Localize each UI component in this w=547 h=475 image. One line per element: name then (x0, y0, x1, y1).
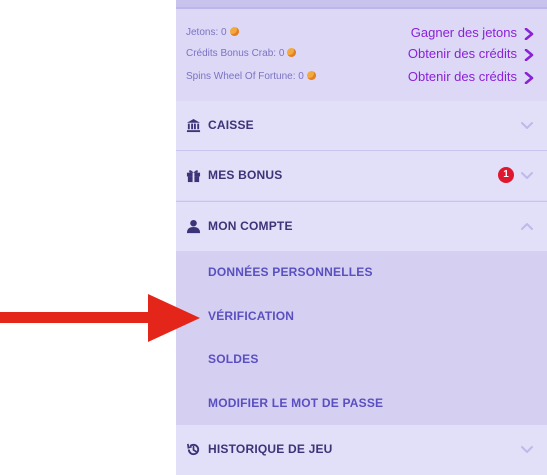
earn-tokens-link[interactable]: Gagner des jetons (411, 25, 517, 40)
chevron-down-icon[interactable] (521, 121, 533, 130)
menu-item-donnees-personnelles[interactable]: DONNÉES PERSONNELLES (208, 265, 373, 279)
bank-icon (186, 118, 201, 133)
coin-icon (229, 27, 239, 36)
menu-item-verification[interactable]: VÉRIFICATION (208, 309, 294, 323)
section-historique[interactable]: HISTORIQUE DE JEU (176, 425, 547, 475)
chevron-right-icon[interactable] (523, 28, 535, 40)
balance-label: Jetons: 0 (186, 27, 239, 38)
menu-item-modifier-mot-de-passe[interactable]: MODIFIER LE MOT DE PASSE (208, 396, 383, 410)
balance-label: Crédits Bonus Crab: 0 (186, 48, 297, 59)
user-icon (186, 219, 201, 234)
top-strip (176, 0, 547, 9)
chevron-up-icon[interactable] (521, 222, 533, 231)
account-submenu: DONNÉES PERSONNELLES VÉRIFICATION SOLDES… (176, 251, 547, 425)
gift-icon (186, 170, 201, 183)
chevron-right-icon[interactable] (523, 72, 535, 84)
balance-row-crab: Crédits Bonus Crab: 0 Obtenir des crédit… (176, 43, 547, 67)
chevron-down-icon[interactable] (521, 445, 533, 454)
annotation-arrow (0, 294, 200, 342)
get-credits-link[interactable]: Obtenir des crédits (408, 46, 517, 61)
section-title: MON COMPTE (208, 219, 293, 233)
chevron-right-icon[interactable] (523, 49, 535, 61)
section-title: CAISSE (208, 118, 254, 132)
coin-icon (287, 48, 297, 57)
section-mes-bonus[interactable]: MES BONUS 1 (176, 151, 547, 200)
section-title: HISTORIQUE DE JEU (208, 442, 333, 456)
chevron-down-icon[interactable] (521, 171, 533, 180)
account-sidebar: Jetons: 0 Gagner des jetons Crédits Bonu… (176, 0, 547, 475)
coin-icon (306, 71, 316, 80)
balance-label: Spins Wheel Of Fortune: 0 (186, 71, 316, 82)
section-title: MES BONUS (208, 168, 283, 182)
get-credits-link[interactable]: Obtenir des crédits (408, 69, 517, 84)
section-caisse[interactable]: CAISSE (176, 101, 547, 150)
notification-badge: 1 (498, 167, 514, 183)
history-icon (187, 443, 200, 456)
menu-item-soldes[interactable]: SOLDES (208, 352, 259, 366)
section-mon-compte[interactable]: MON COMPTE (176, 202, 547, 251)
balance-row-spins: Spins Wheel Of Fortune: 0 Obtenir des cr… (176, 66, 547, 90)
